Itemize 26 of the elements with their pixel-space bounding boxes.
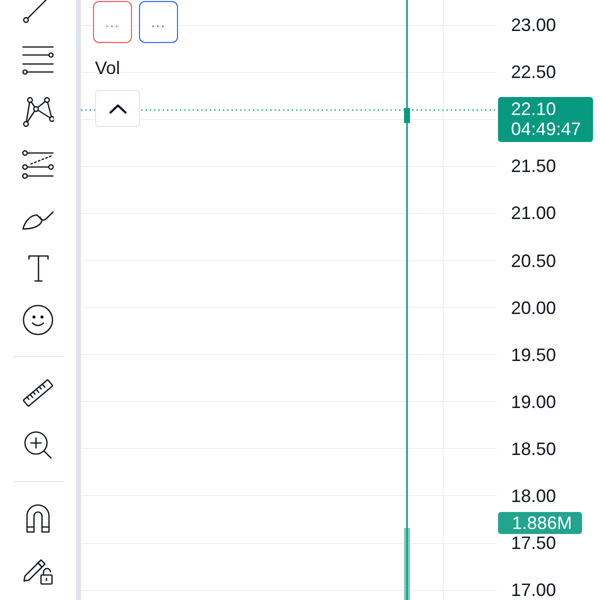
fib-levels-icon[interactable] — [22, 148, 54, 180]
volume-tag: 1.886M — [498, 512, 582, 534]
zoom-in-icon[interactable] — [22, 429, 54, 461]
indicator-settings-button[interactable]: ... — [93, 1, 132, 43]
ruler-icon[interactable] — [22, 377, 54, 409]
price-axis-label: 21.00 — [511, 205, 556, 222]
price-axis-label: 19.00 — [511, 394, 556, 410]
price-axis-label: 20.00 — [511, 300, 556, 316]
countdown-time: 04:49:47 — [511, 119, 582, 140]
price-axis-label: 17.00 — [511, 582, 556, 598]
price-axis-label: 17.50 — [511, 535, 556, 552]
price-axis-label: 19.50 — [511, 346, 556, 363]
last-price-value: 22.10 — [511, 99, 558, 120]
price-axis-label: 21.50 — [511, 158, 556, 174]
price-axis-label: 20.50 — [511, 252, 556, 269]
price-axis-label: 18.50 — [511, 440, 556, 457]
pattern-nodes-icon[interactable] — [22, 96, 54, 128]
indicator-settings-button[interactable]: ... — [139, 1, 178, 43]
price-axis-label: 23.00 — [511, 17, 556, 34]
caret-up-icon — [108, 104, 126, 114]
legend-title: Vol — [95, 58, 120, 78]
parallel-lines-icon[interactable] — [22, 44, 54, 76]
smiley-icon[interactable] — [22, 304, 54, 336]
collapse-button[interactable] — [95, 90, 140, 127]
price-axis-label: 18.00 — [511, 488, 556, 504]
price-axis-label: 22.50 — [511, 64, 556, 80]
